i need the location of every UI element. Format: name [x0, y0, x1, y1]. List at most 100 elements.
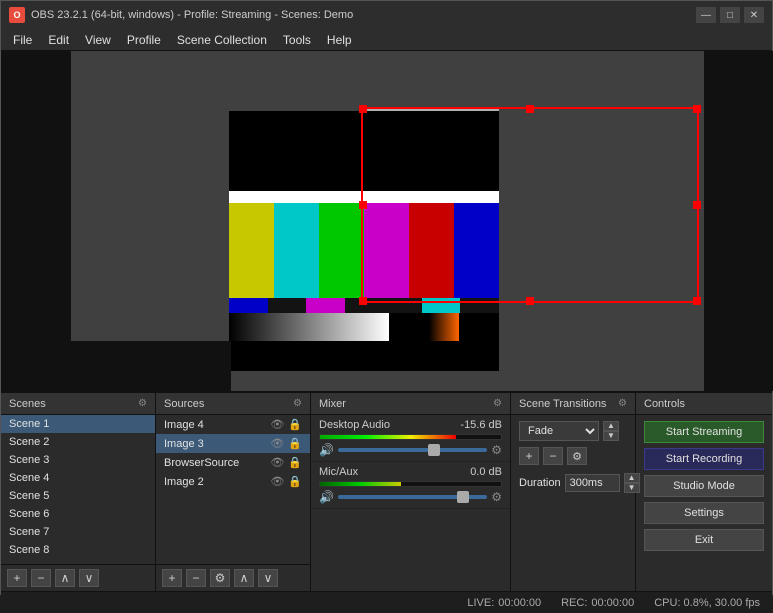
settings-button[interactable]: Settings — [644, 502, 764, 524]
mixer-panel-header: Mixer ⚙ — [311, 393, 510, 415]
mixer-config-icon[interactable]: ⚙ — [493, 398, 502, 409]
transitions-title: Scene Transitions — [519, 398, 606, 410]
source-down-button[interactable]: ∨ — [258, 569, 278, 587]
source-item[interactable]: BrowserSource 👁 🔒 — [156, 453, 310, 472]
menu-file[interactable]: File — [5, 31, 40, 49]
exit-button[interactable]: Exit — [644, 529, 764, 551]
source-eye-icon[interactable]: 👁 — [270, 456, 284, 469]
mic-aux-settings-icon[interactable]: ⚙ — [491, 490, 502, 504]
source-eye-icon[interactable]: 👁 — [270, 475, 284, 488]
remove-source-button[interactable]: − — [186, 569, 206, 587]
source-lock-icon[interactable]: 🔒 — [288, 456, 302, 469]
source-list: Image 4 👁 🔒 Image 3 👁 🔒 BrowserSource 👁 … — [156, 415, 310, 564]
preview-canvas[interactable] — [1, 51, 773, 391]
rec-label: REC: — [561, 597, 587, 609]
start-streaming-button[interactable]: Start Streaming — [644, 421, 764, 443]
transition-type-row: Fade ▲ ▼ — [519, 421, 627, 441]
desktop-audio-settings-icon[interactable]: ⚙ — [491, 443, 502, 457]
bottom-panels: Scenes ⚙ Scene 1 Scene 2 Scene 3 Scene 4… — [1, 391, 772, 591]
scene-item[interactable]: Scene 7 — [1, 523, 155, 541]
scenes-panel: Scenes ⚙ Scene 1 Scene 2 Scene 3 Scene 4… — [1, 393, 156, 591]
scenes-config-icon[interactable]: ⚙ — [138, 398, 147, 409]
live-label: LIVE: — [467, 597, 494, 609]
source-up-button[interactable]: ∧ — [234, 569, 254, 587]
mixer-title: Mixer — [319, 398, 346, 410]
rec-status: REC: 00:00:00 — [561, 597, 634, 609]
source-item[interactable]: Image 2 👁 🔒 — [156, 472, 310, 491]
minimize-button[interactable]: — — [696, 7, 716, 23]
sources-footer: + − ⚙ ∧ ∨ — [156, 564, 310, 591]
scene-list: Scene 1 Scene 2 Scene 3 Scene 4 Scene 5 … — [1, 415, 155, 564]
transition-spin-buttons: ▲ ▼ — [603, 421, 619, 441]
scene-item[interactable]: Scene 1 — [1, 415, 155, 433]
menu-tools[interactable]: Tools — [275, 31, 319, 49]
menu-profile[interactable]: Profile — [119, 31, 169, 49]
sources-panel-header: Sources ⚙ — [156, 393, 310, 415]
scene-item[interactable]: Scene 3 — [1, 451, 155, 469]
source-lock-icon[interactable]: 🔒 — [288, 418, 302, 431]
menu-help[interactable]: Help — [319, 31, 360, 49]
controls-panel: Controls Start Streaming Start Recording… — [636, 393, 772, 591]
controls-title: Controls — [644, 398, 685, 410]
rec-time: 00:00:00 — [591, 597, 634, 609]
transitions-panel: Scene Transitions ⚙ Fade ▲ ▼ + − ⚙ Durat… — [511, 393, 636, 591]
source-eye-icon[interactable]: 👁 — [270, 437, 284, 450]
fader-thumb[interactable] — [457, 491, 469, 503]
controls-content: Start Streaming Start Recording Studio M… — [636, 415, 772, 557]
duration-input[interactable] — [565, 474, 620, 492]
transition-type-select[interactable]: Fade — [519, 421, 599, 441]
source-label: Image 3 — [164, 438, 204, 450]
desktop-audio-label: Desktop Audio — [319, 419, 390, 431]
desktop-audio-db: -15.6 dB — [460, 419, 502, 431]
fader-thumb[interactable] — [428, 444, 440, 456]
transitions-config-icon[interactable]: ⚙ — [618, 398, 627, 409]
desktop-audio-fader[interactable] — [338, 448, 487, 452]
source-lock-icon[interactable]: 🔒 — [288, 475, 302, 488]
add-source-button[interactable]: + — [162, 569, 182, 587]
source-item[interactable]: Image 4 👁 🔒 — [156, 415, 310, 434]
transition-spin-up[interactable]: ▲ — [603, 421, 619, 431]
scene-item[interactable]: Scene 2 — [1, 433, 155, 451]
status-bar: LIVE: 00:00:00 REC: 00:00:00 CPU: 0.8%, … — [1, 591, 772, 613]
scene-item[interactable]: Scene 6 — [1, 505, 155, 523]
source-eye-icon[interactable]: 👁 — [270, 418, 284, 431]
mixer-channel-mic: Mic/Aux 0.0 dB 🔊 ⚙ — [311, 462, 510, 509]
scene-item[interactable]: Scene 8 — [1, 541, 155, 559]
transition-settings-button[interactable]: ⚙ — [567, 447, 587, 465]
menu-scene-collection[interactable]: Scene Collection — [169, 31, 275, 49]
duration-label: Duration — [519, 477, 561, 489]
start-recording-button[interactable]: Start Recording — [644, 448, 764, 470]
sources-panel: Sources ⚙ Image 4 👁 🔒 Image 3 👁 🔒 Browse… — [156, 393, 311, 591]
cpu-label: CPU: 0.8%, 30.00 fps — [654, 597, 760, 609]
source-lock-icon[interactable]: 🔒 — [288, 437, 302, 450]
add-transition-button[interactable]: + — [519, 447, 539, 465]
source-label: BrowserSource — [164, 457, 239, 469]
source-label: Image 4 — [164, 419, 204, 431]
live-time: 00:00:00 — [498, 597, 541, 609]
desktop-audio-vol-icon[interactable]: 🔊 — [319, 443, 334, 457]
sources-config-icon[interactable]: ⚙ — [293, 398, 302, 409]
scene-up-button[interactable]: ∧ — [55, 569, 75, 587]
menu-edit[interactable]: Edit — [40, 31, 77, 49]
source-settings-button[interactable]: ⚙ — [210, 569, 230, 587]
scenes-footer: + − ∧ ∨ — [1, 564, 155, 591]
mic-aux-fader[interactable] — [338, 495, 487, 499]
transition-controls-row: + − ⚙ — [519, 447, 627, 465]
menu-view[interactable]: View — [77, 31, 119, 49]
scene-down-button[interactable]: ∨ — [79, 569, 99, 587]
scene-item[interactable]: Scene 5 — [1, 487, 155, 505]
maximize-button[interactable]: □ — [720, 7, 740, 23]
add-scene-button[interactable]: + — [7, 569, 27, 587]
transition-spin-down[interactable]: ▼ — [603, 431, 619, 441]
scene-item[interactable]: Scene 4 — [1, 469, 155, 487]
scenes-panel-header: Scenes ⚙ — [1, 393, 155, 415]
studio-mode-button[interactable]: Studio Mode — [644, 475, 764, 497]
cpu-status: CPU: 0.8%, 30.00 fps — [654, 597, 760, 609]
remove-transition-button[interactable]: − — [543, 447, 563, 465]
mic-aux-db: 0.0 dB — [470, 466, 502, 478]
mic-aux-vol-icon[interactable]: 🔊 — [319, 490, 334, 504]
remove-scene-button[interactable]: − — [31, 569, 51, 587]
close-button[interactable]: ✕ — [744, 7, 764, 23]
source-item[interactable]: Image 3 👁 🔒 — [156, 434, 310, 453]
mic-aux-fader-row: 🔊 ⚙ — [319, 490, 502, 504]
